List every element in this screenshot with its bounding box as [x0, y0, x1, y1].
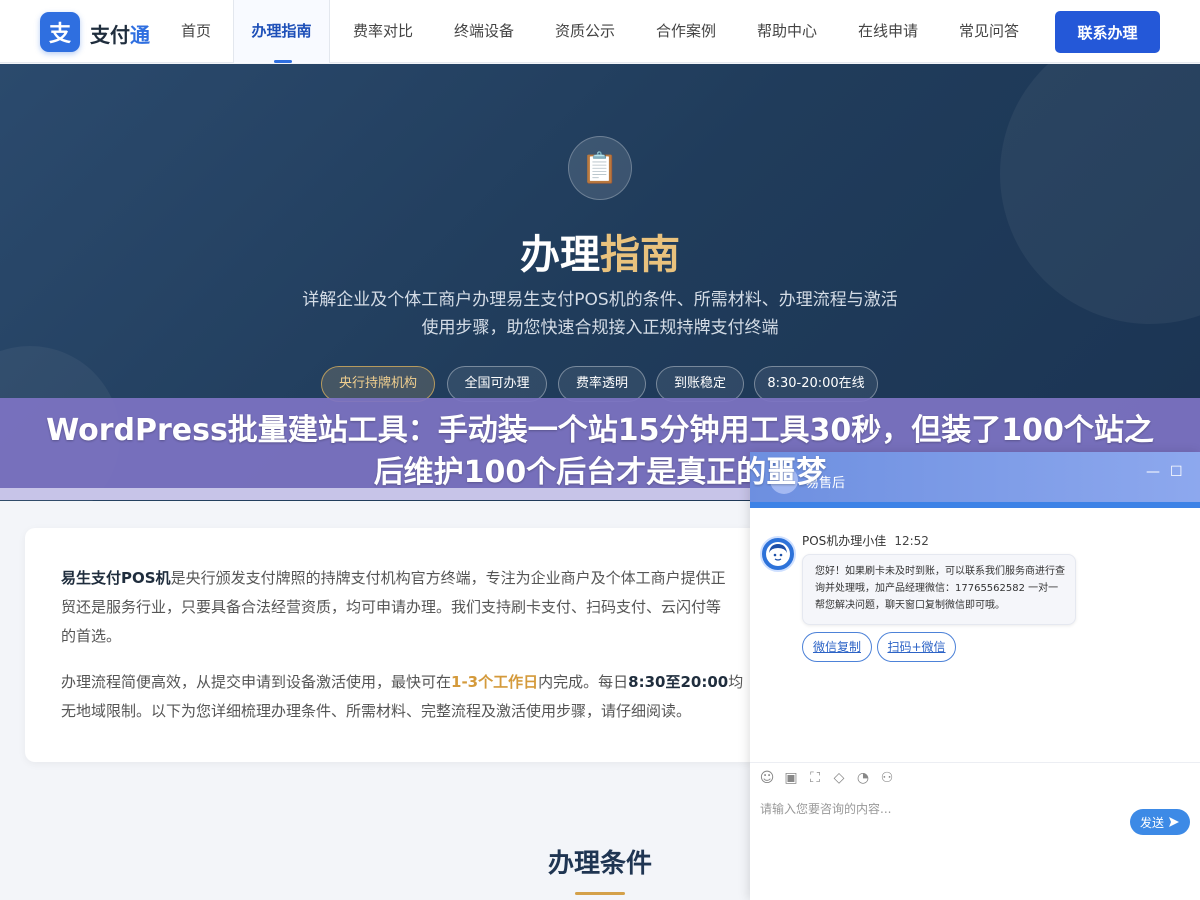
send-button[interactable]: 发送 [1130, 809, 1190, 835]
clipboard-icon: 📋 [568, 136, 632, 200]
rating-icon[interactable]: ◔ [854, 770, 872, 786]
chat-widget: 易售后 — ☐ POS机办理小佳 12:52 您好！如果刷卡未及时到账，可以联系我… [750, 452, 1200, 900]
hero-title: 办理指南 [0, 222, 1200, 280]
logo-text-main: 支付 [90, 23, 130, 47]
shield-icon[interactable]: ◇ [830, 770, 848, 786]
nav-item-rates[interactable]: 费率对比 [340, 0, 426, 63]
agent-avatar-icon [760, 536, 796, 572]
scan-wechat-button[interactable]: 扫码+微信 [877, 632, 956, 662]
nav-item-apply[interactable]: 在线申请 [845, 0, 931, 63]
nav-item-guide[interactable]: 办理指南 [233, 0, 330, 63]
chat-header-bar [750, 502, 1200, 508]
tag-nationwide: 全国可办理 [447, 366, 547, 402]
hero-desc-line: 使用步骤，助您快速合规接入正规持牌支付终端 [421, 318, 779, 338]
hero-desc-line: 详解企业及个体工商户办理易生支付POS机的条件、所需材料、办理流程与激活 [302, 290, 898, 310]
tag-transparent-rates: 费率透明 [558, 366, 646, 402]
hero-title-main: 办理 [520, 232, 600, 278]
chat-divider [750, 762, 1200, 763]
hero-title-accent: 指南 [600, 232, 680, 278]
hero-description: 详解企业及个体工商户办理易生支付POS机的条件、所需材料、办理流程与激活 使用步… [270, 286, 930, 342]
tag-licensed: 央行持牌机构 [321, 366, 435, 402]
send-label: 发送 [1139, 815, 1164, 830]
intro-text: 办理流程简便高效，从提交申请到设备激活使用，最快可在 [61, 673, 452, 691]
nav-item-help[interactable]: 帮助中心 [744, 0, 830, 63]
chat-bubbles-icon[interactable]: ⚇ [878, 770, 896, 786]
message-time: 12:52 [894, 534, 929, 548]
intro-text: 均 [728, 673, 744, 691]
maximize-icon[interactable]: ☐ [1170, 464, 1183, 480]
intro-card: 易生支付POS机是央行颁发支付牌照的持牌支付机构官方终端，专注为企业商户及个体工… [25, 528, 785, 762]
emoji-icon[interactable]: ☺ [758, 770, 776, 786]
nav-item-qualification[interactable]: 资质公示 [542, 0, 628, 63]
logo-text[interactable]: 支付通 [90, 19, 150, 48]
nav-item-cases[interactable]: 合作案例 [643, 0, 729, 63]
section-title: 办理条件 [547, 849, 652, 879]
banner-title: WordPress批量建站工具：手动装一个站15分钟用工具30秒，但装了100个… [46, 413, 1154, 490]
intro-text: 的首选。 [61, 627, 122, 645]
decor-circle [1000, 64, 1200, 324]
copy-wechat-button[interactable]: 微信复制 [802, 632, 872, 662]
logo-text-accent: 通 [130, 23, 150, 47]
chat-input[interactable]: 请输入您要咨询的内容... [760, 800, 1100, 817]
intro-paragraph-2: 办理流程简便高效，从提交申请到设备激活使用，最快可在1-3个工作日内完成。每日8… [61, 668, 761, 726]
intro-text: 是央行颁发支付牌照的持牌支付机构官方终端，专注为企业商户及个体工商户提供正 [170, 569, 726, 587]
highlight-hours: 8:30至20:00 [628, 673, 729, 691]
nav-item-devices[interactable]: 终端设备 [441, 0, 527, 63]
screenshot-icon[interactable]: ⛶ [806, 770, 824, 786]
intro-text: 无地域限制。以下为您详细梳理办理条件、所需材料、完整流程及激活使用步骤，请仔细阅… [61, 702, 692, 720]
agent-name: POS机办理小佳 [802, 534, 887, 548]
agent-meta: POS机办理小佳 12:52 [802, 532, 929, 549]
send-icon [1169, 817, 1179, 827]
section-underline [575, 892, 625, 895]
chat-message: 您好！如果刷卡未及时到账，可以联系我们服务商进行查询并处理哦，加产品经理微信：1… [802, 554, 1076, 625]
tag-online-hours: 8:30-20:00在线 [754, 366, 878, 402]
tag-stable-settlement: 到账稳定 [656, 366, 744, 402]
intro-text: 内完成。每日 [538, 673, 629, 691]
contact-button[interactable]: 联系办理 [1055, 11, 1160, 53]
nav-item-faq[interactable]: 常见问答 [946, 0, 1032, 63]
intro-paragraph-1: 易生支付POS机是央行颁发支付牌照的持牌支付机构官方终端，专注为企业商户及个体工… [61, 564, 761, 651]
brand-name: 易生支付POS机 [61, 569, 171, 587]
intro-text: 贸还是服务行业，只要具备合法经营资质，均可申请办理。我们支持刷卡支付、扫码支付、… [61, 598, 722, 616]
nav-item-home[interactable]: 首页 [168, 0, 224, 63]
logo-icon[interactable]: 支 [40, 12, 80, 52]
image-icon[interactable]: ▣ [782, 770, 800, 786]
highlight-days: 1-3个工作日 [451, 673, 539, 691]
top-nav: 支 支付通 首页 办理指南 费率对比 终端设备 资质公示 合作案例 帮助中心 在… [0, 0, 1200, 63]
